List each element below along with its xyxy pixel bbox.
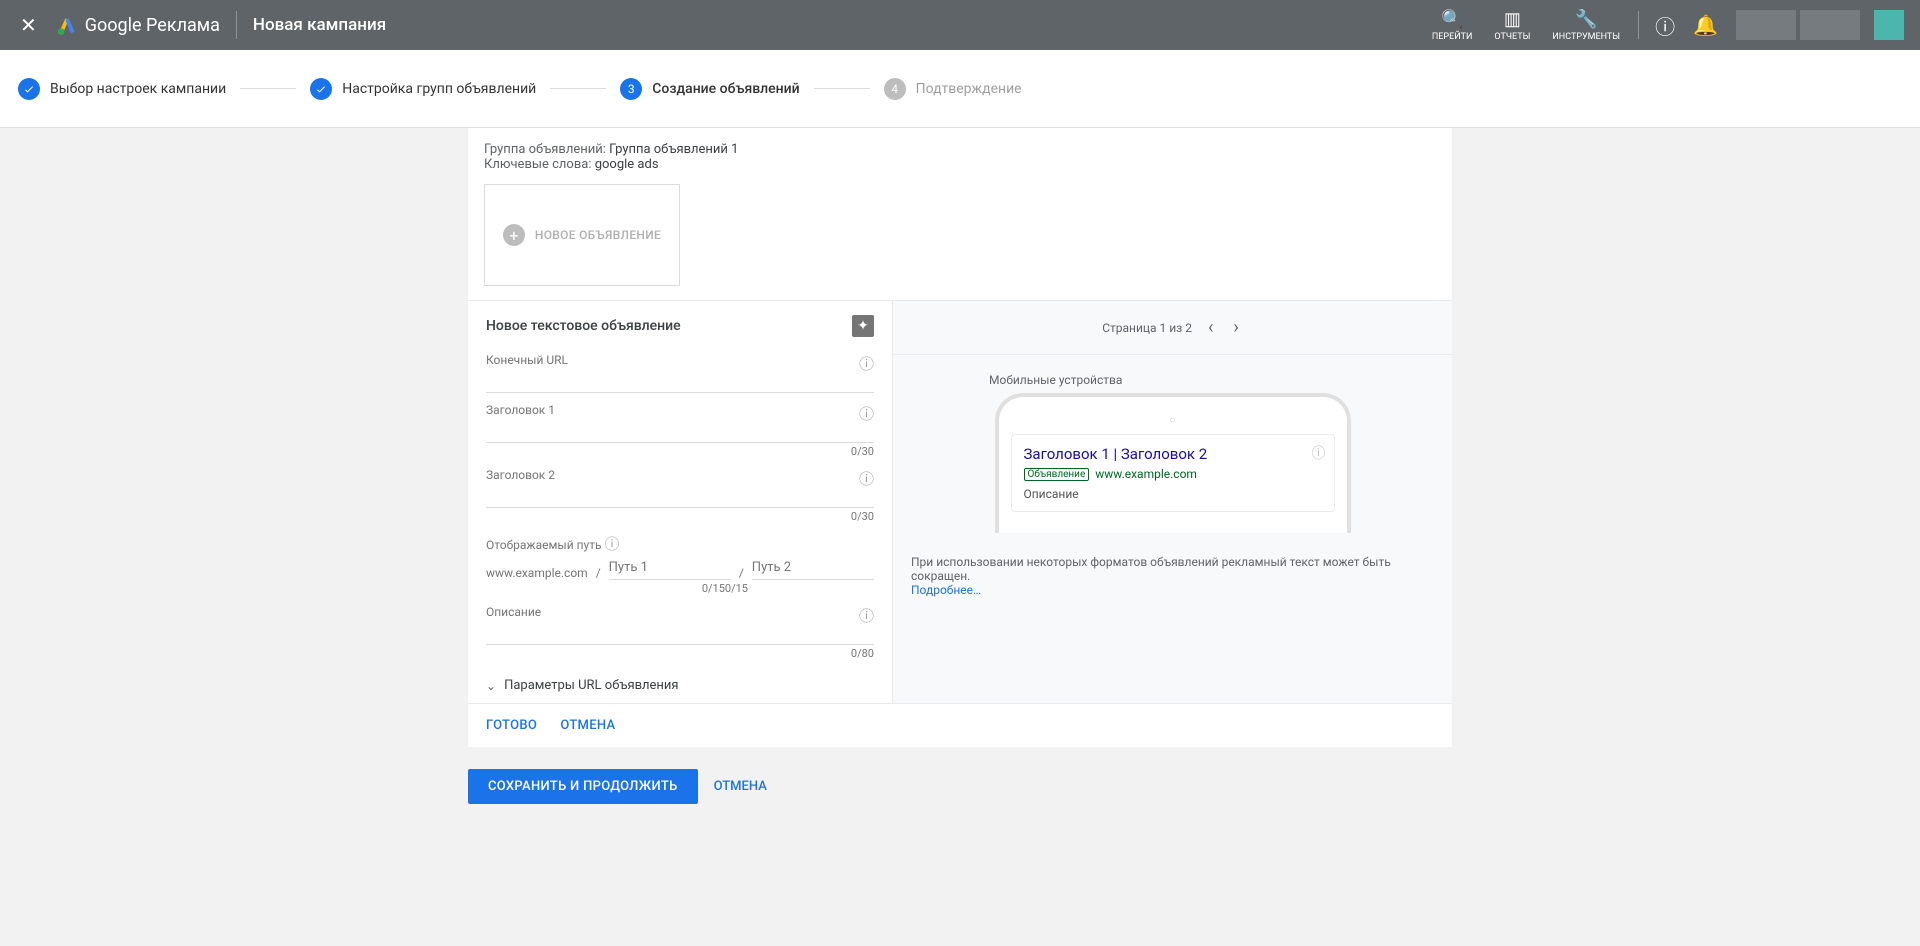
brand-text: Google Реклама [85,15,220,36]
step-2[interactable]: Настройка групп объявлений [310,78,536,100]
bookmark-icon[interactable]: ✦ [852,315,874,337]
preview-desc: Описание [1024,487,1322,501]
step-3: 3 Создание объявлений [620,78,799,100]
final-url-input[interactable] [486,369,874,393]
preview-pager: Страница 1 из 2 ‹ › [893,301,1452,355]
ad-badge: Объявление [1024,468,1090,481]
char-counter: 0/80 [486,647,874,660]
char-counter: 0/15 [646,582,725,595]
step-connector [550,88,606,89]
help-icon[interactable]: ⓘ [1647,3,1683,48]
headline1-input[interactable] [486,419,874,443]
separator [1638,11,1639,39]
check-icon [18,78,40,100]
chevron-down-icon: ⌄ [486,679,496,693]
check-icon [310,78,332,100]
brand-logo[interactable]: Google Реклама [57,15,220,36]
disclaimer: При использовании некоторых форматов объ… [905,555,1440,597]
preview-panel: Страница 1 из 2 ‹ › Мобильные устройства… [892,301,1452,703]
step-number: 3 [620,78,642,100]
content-panel: Группа объявлений: Группа объявлений 1 К… [468,128,1452,747]
cancel-button[interactable]: ОТМЕНА [560,718,615,733]
help-icon[interactable]: ⓘ [859,605,874,626]
prev-icon[interactable]: ‹ [1204,313,1217,342]
step-1[interactable]: Выбор настроек кампании [18,78,226,100]
headline1-field: Заголовок 1 ⓘ 0/30 [486,403,874,458]
headline2-input[interactable] [486,484,874,508]
stepper: Выбор настроек кампании Настройка групп … [0,50,1920,128]
next-icon[interactable]: › [1229,313,1242,342]
avatar[interactable] [1874,10,1904,40]
separator [236,11,237,39]
final-url-field: Конечный URL ⓘ [486,353,874,393]
headline2-field: Заголовок 2 ⓘ 0/30 [486,468,874,523]
step-connector [240,88,296,89]
new-ad-card[interactable]: + НОВОЕ ОБЪЯВЛЕНИЕ [484,184,680,286]
app-header: ✕ Google Реклама Новая кампания 🔍 ПЕРЕЙТ… [0,0,1920,50]
help-icon[interactable]: ⓘ [859,468,874,489]
help-icon[interactable]: ⓘ [605,535,620,553]
search-tool[interactable]: 🔍 ПЕРЕЙТИ [1422,3,1483,48]
ad-preview-card: ⓘ Заголовок 1 | Заголовок 2 Объявление w… [1011,434,1335,512]
ad-group-info: Группа объявлений: Группа объявлений 1 К… [468,128,1452,178]
close-icon[interactable]: ✕ [16,9,41,41]
info-icon[interactable]: ⓘ [1312,443,1326,463]
url-params-expander[interactable]: ⌄ Параметры URL объявления [486,678,874,693]
learn-more-link[interactable]: Подробнее… [911,583,981,597]
step-4: 4 Подтверждение [884,78,1022,100]
footer-cancel-button[interactable]: ОТМЕНА [714,779,767,794]
wrench-icon: 🔧 [1575,9,1597,30]
help-icon[interactable]: ⓘ [859,353,874,374]
footer-actions: СОХРАНИТЬ И ПРОДОЛЖИТЬ ОТМЕНА [468,757,1452,820]
form-title: Новое текстовое объявление [486,318,681,334]
path2-input[interactable] [752,556,874,580]
help-icon[interactable]: ⓘ [859,403,874,424]
description-field: Описание ⓘ 0/80 [486,605,874,660]
char-counter: 0/30 [486,445,874,458]
step-connector [814,88,870,89]
mobile-label: Мобильные устройства [989,373,1440,387]
description-input[interactable] [486,621,874,645]
char-counter: 0/30 [486,510,874,523]
account-pixelated [1736,10,1796,40]
preview-headline: Заголовок 1 | Заголовок 2 [1024,445,1322,463]
instruments-tool[interactable]: 🔧 ИНСТРУМЕНТЫ [1542,3,1630,48]
save-continue-button[interactable]: СОХРАНИТЬ И ПРОДОЛЖИТЬ [468,769,698,804]
ad-form: Новое текстовое объявление ✦ Конечный UR… [468,301,892,703]
reports-tool[interactable]: ▥ ОТЧЕТЫ [1484,3,1540,48]
display-path-field: Отображаемый путь ⓘ www.example.com / / … [486,533,874,595]
char-counter: 0/15 [725,582,748,595]
done-button[interactable]: ГОТОВО [486,718,537,733]
bell-icon[interactable]: 🔔 [1685,5,1726,45]
phone-speaker-icon: ○ [1011,415,1335,426]
page-title: Новая кампания [253,15,386,35]
form-actions: ГОТОВО ОТМЕНА [468,703,1452,747]
chart-icon: ▥ [1504,9,1521,30]
path1-input[interactable] [609,556,731,580]
preview-url: www.example.com [1095,467,1197,481]
account-pixelated [1800,10,1860,40]
phone-frame: ○ ⓘ Заголовок 1 | Заголовок 2 Объявление… [995,393,1351,533]
step-number: 4 [884,78,906,100]
search-icon: 🔍 [1441,9,1463,30]
plus-icon: + [503,224,525,246]
account-area[interactable] [1736,10,1904,40]
